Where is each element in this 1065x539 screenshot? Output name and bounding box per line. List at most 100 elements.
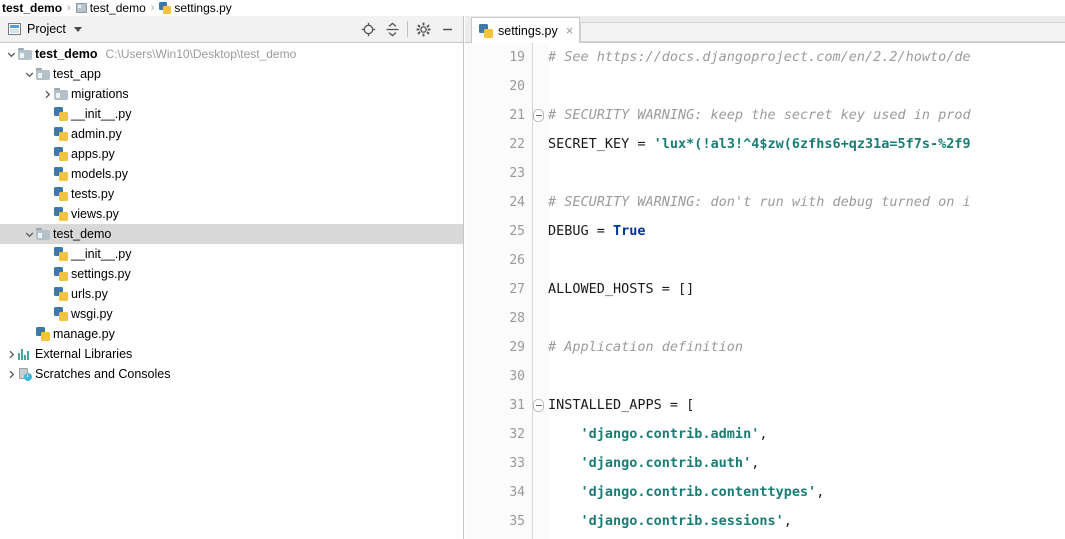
tree-item-test_app[interactable]: test_app (0, 64, 463, 84)
line-number[interactable]: 20 (465, 72, 525, 101)
chevron-right-icon[interactable] (4, 369, 18, 380)
project-panel-title-group[interactable]: Project (8, 22, 356, 36)
tab-settings-py[interactable]: settings.py × (471, 17, 581, 43)
code-text: # SECURITY WARNING: keep the secret key … (548, 101, 971, 130)
tree-item-migrations[interactable]: migrations (0, 84, 463, 104)
code-line[interactable]: 26 (465, 246, 1065, 275)
code-editor[interactable]: 19 # See https://docs.djangoproject.com/e… (465, 43, 1065, 539)
tree-item-settings-py[interactable]: settings.py (0, 264, 463, 284)
breadcrumb-separator: › (67, 2, 71, 14)
code-line[interactable]: 24 # SECURITY WARNING: don't run with deb… (465, 188, 1065, 217)
line-number[interactable]: 25 (465, 217, 525, 246)
python-file-icon (159, 2, 172, 14)
tree-item-label: test_app (53, 67, 101, 81)
project-tool-window: Project test_demo C:\Users\Win10\Desktop… (0, 16, 464, 539)
line-number[interactable]: 22 (465, 130, 525, 159)
settings-gear-icon[interactable] (411, 17, 435, 41)
tree-item-label: views.py (71, 207, 119, 221)
code-line[interactable]: 33 'django.contrib.auth', (465, 449, 1065, 478)
python-file-icon (54, 247, 68, 261)
module-icon (75, 3, 87, 13)
tree-item-apps-py[interactable]: apps.py (0, 144, 463, 164)
tree-item-admin-py[interactable]: admin.py (0, 124, 463, 144)
code-token-str: 'django.contrib.contenttypes' (548, 484, 817, 500)
project-tree[interactable]: test_demo C:\Users\Win10\Desktop\test_dem… (0, 43, 463, 384)
code-line[interactable]: 19 # See https://docs.djangoproject.com/e… (465, 43, 1065, 72)
breadcrumb-label: test_demo (89, 1, 146, 15)
code-text: 'django.contrib.sessions', (548, 507, 792, 536)
code-lines[interactable]: 19 # See https://docs.djangoproject.com/e… (465, 43, 1065, 539)
line-number[interactable]: 23 (465, 159, 525, 188)
tree-item-models-py[interactable]: models.py (0, 164, 463, 184)
code-token-pln: , (816, 484, 825, 500)
collapse-all-icon[interactable] (380, 17, 404, 41)
breadcrumb-item-test-demo[interactable]: test_demo (2, 1, 62, 15)
chevron-down-icon[interactable] (73, 26, 82, 32)
tree-item-manage-py[interactable]: manage.py (0, 324, 463, 344)
line-number[interactable]: 21 (465, 101, 525, 130)
python-file-icon (54, 187, 68, 201)
chevron-down-icon[interactable] (4, 49, 18, 60)
chevron-down-icon[interactable] (22, 69, 36, 80)
fold-toggle-icon[interactable] (533, 399, 546, 412)
code-line[interactable]: 23 (465, 159, 1065, 188)
code-token-cmt: # See https://docs.djangoproject.com/en/… (548, 49, 971, 65)
chevron-down-icon[interactable] (22, 229, 36, 240)
chevron-right-icon[interactable] (40, 89, 54, 100)
code-line[interactable]: 29 # Application definition (465, 333, 1065, 362)
tree-item-urls-py[interactable]: urls.py (0, 284, 463, 304)
tree-item-tests-py[interactable]: tests.py (0, 184, 463, 204)
code-line[interactable]: 20 (465, 72, 1065, 101)
python-file-icon (54, 107, 68, 121)
minimize-icon[interactable] (435, 17, 459, 41)
line-number[interactable]: 24 (465, 188, 525, 217)
tree-item-scratches-and-consoles[interactable]: Scratches and Consoles (0, 364, 463, 384)
tree-item-test_demo[interactable]: test_demo C:\Users\Win10\Desktop\test_dem… (0, 44, 463, 64)
line-number[interactable]: 29 (465, 333, 525, 362)
fold-toggle-icon[interactable] (533, 109, 546, 122)
tree-item-__init__-py[interactable]: __init__.py (0, 244, 463, 264)
code-line[interactable]: 32 'django.contrib.admin', (465, 420, 1065, 449)
code-token-kw: True (613, 223, 646, 239)
line-number[interactable]: 34 (465, 478, 525, 507)
locate-icon[interactable] (356, 17, 380, 41)
code-text: DEBUG = True (548, 217, 646, 246)
tree-item-views-py[interactable]: views.py (0, 204, 463, 224)
code-line[interactable]: 35 'django.contrib.sessions', (465, 507, 1065, 536)
folder-icon (36, 228, 50, 240)
code-line[interactable]: 34 'django.contrib.contenttypes', (465, 478, 1065, 507)
code-token-pln: SECRET_KEY = (548, 136, 654, 152)
code-token-pln: , (751, 455, 760, 471)
code-line[interactable]: 28 (465, 304, 1065, 333)
line-number[interactable]: 35 (465, 507, 525, 536)
folder-icon (54, 88, 68, 100)
code-line[interactable]: 31 INSTALLED_APPS = [ (465, 391, 1065, 420)
breadcrumb: test_demo › test_demo › settings.py (0, 0, 1065, 16)
line-number[interactable]: 27 (465, 275, 525, 304)
ide-window: test_demo › test_demo › settings.py Project (0, 0, 1065, 539)
code-line[interactable]: 22 SECRET_KEY = 'lux*(!al3!^4$zw(6zfhs6+q… (465, 130, 1065, 159)
line-number[interactable]: 19 (465, 43, 525, 72)
breadcrumb-label: settings.py (174, 1, 232, 15)
code-line[interactable]: 27 ALLOWED_HOSTS = [] (465, 275, 1065, 304)
line-number[interactable]: 30 (465, 362, 525, 391)
chevron-right-icon[interactable] (4, 349, 18, 360)
code-token-str: 'django.contrib.auth' (548, 455, 752, 471)
line-number[interactable]: 28 (465, 304, 525, 333)
line-number[interactable]: 32 (465, 420, 525, 449)
tree-item-wsgi-py[interactable]: wsgi.py (0, 304, 463, 324)
tree-item-external-libraries[interactable]: External Libraries (0, 344, 463, 364)
line-number[interactable]: 33 (465, 449, 525, 478)
line-number[interactable]: 31 (465, 391, 525, 420)
tree-item-test_demo[interactable]: test_demo (0, 224, 463, 244)
code-line[interactable]: 30 (465, 362, 1065, 391)
library-icon (18, 348, 32, 360)
code-line[interactable]: 21 # SECURITY WARNING: keep the secret ke… (465, 101, 1065, 130)
code-text: 'django.contrib.auth', (548, 449, 760, 478)
breadcrumb-item-settings-py[interactable]: settings.py (159, 1, 232, 15)
breadcrumb-item-test-demo[interactable]: test_demo (75, 1, 146, 15)
close-icon[interactable]: × (566, 24, 574, 37)
code-line[interactable]: 25 DEBUG = True (465, 217, 1065, 246)
tree-item-__init__-py[interactable]: __init__.py (0, 104, 463, 124)
line-number[interactable]: 26 (465, 246, 525, 275)
